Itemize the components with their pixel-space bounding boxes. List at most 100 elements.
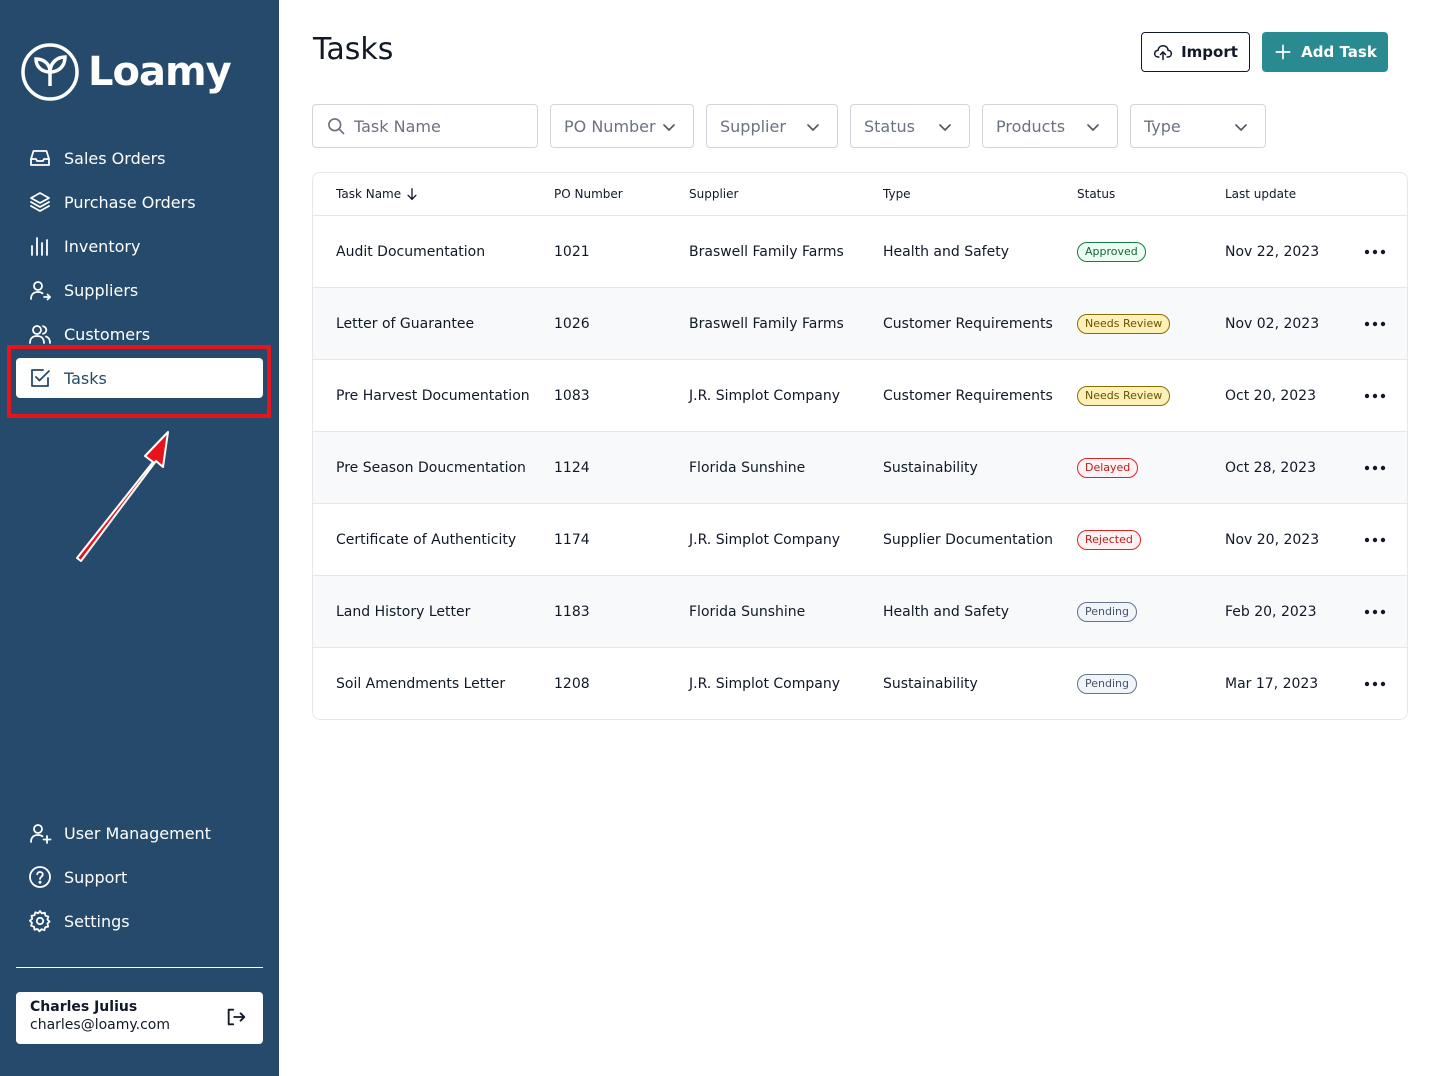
task-name-search-input[interactable]: Task Name (312, 104, 538, 148)
more-options-icon[interactable] (1363, 458, 1387, 478)
task-name-cell: Pre Harvest Documentation (336, 388, 530, 404)
table-header: Task Name PO Number Supplier Type Status… (313, 173, 1407, 216)
inbox-icon (30, 150, 50, 166)
bar-chart-icon (31, 237, 48, 256)
sidebar-divider (16, 967, 263, 968)
type-cell: Health and Safety (883, 244, 1009, 260)
status-cell: Pending (1077, 648, 1137, 719)
status-badge: Approved (1077, 242, 1146, 262)
sidebar-item-label: Suppliers (64, 280, 139, 300)
po-number-filter[interactable]: PO Number (550, 104, 694, 148)
layers-icon (30, 192, 50, 212)
last-update-cell: Oct 20, 2023 (1225, 388, 1316, 404)
status-cell: Approved (1077, 216, 1146, 288)
page-title: Tasks (313, 32, 394, 67)
task-name-cell: Land History Letter (336, 604, 471, 620)
task-name-cell: Certificate of Authenticity (336, 532, 517, 548)
add-task-button-label: Add Task (1301, 43, 1377, 61)
type-cell: Customer Requirements (883, 316, 1053, 332)
status-cell: Needs Review (1077, 360, 1171, 432)
table-row[interactable]: Certificate of Authenticity 1174 J.R. Si… (313, 504, 1407, 576)
more-options-icon[interactable] (1363, 530, 1387, 550)
plus-icon (1275, 44, 1291, 60)
status-badge: Pending (1077, 674, 1137, 694)
status-cell: Pending (1077, 576, 1137, 648)
more-options-icon[interactable] (1363, 602, 1387, 622)
type-cell: Supplier Documentation (883, 532, 1054, 548)
supplier-filter-label: Supplier (720, 116, 786, 136)
sidebar-item-support[interactable]: Support (16, 857, 263, 897)
column-header-type[interactable]: Type (883, 187, 911, 201)
products-filter[interactable]: Products (982, 104, 1118, 148)
chevron-down-icon (939, 124, 951, 131)
sidebar-item-label: Customers (64, 324, 151, 344)
supplier-cell: J.R. Simplot Company (689, 676, 841, 692)
type-filter[interactable]: Type (1130, 104, 1266, 148)
user-card: Charles Julius charles@loamy.com (16, 992, 263, 1044)
last-update-cell: Nov 02, 2023 (1225, 316, 1320, 332)
table-row[interactable]: Pre Season Doucmentation 1124 Florida Su… (313, 432, 1407, 504)
sidebar-item-suppliers[interactable]: Suppliers (16, 270, 263, 310)
supplier-cell: Braswell Family Farms (689, 316, 844, 332)
logout-icon[interactable] (225, 1006, 247, 1028)
type-cell: Sustainability (883, 676, 978, 692)
sidebar-item-label: User Management (64, 823, 211, 843)
type-cell: Customer Requirements (883, 388, 1053, 404)
user-name: Charles Julius (30, 999, 138, 1015)
logo[interactable]: Loamy (20, 42, 232, 102)
more-options-icon[interactable] (1363, 314, 1387, 334)
users-icon (29, 325, 51, 344)
po-number-cell: 1174 (554, 532, 590, 548)
task-name-cell: Audit Documentation (336, 244, 486, 260)
sidebar-item-sales-orders[interactable]: Sales Orders (16, 138, 263, 178)
tasks-table: Task Name PO Number Supplier Type Status… (312, 172, 1408, 720)
sidebar-item-label: Settings (64, 911, 130, 931)
column-header-status[interactable]: Status (1077, 187, 1115, 201)
search-placeholder: Task Name (354, 116, 441, 136)
more-options-icon[interactable] (1363, 242, 1387, 262)
sidebar-item-settings[interactable]: Settings (16, 901, 263, 941)
supplier-cell: Braswell Family Farms (689, 244, 844, 260)
column-header-last-update[interactable]: Last update (1225, 187, 1296, 201)
task-name-cell: Letter of Guarantee (336, 316, 475, 332)
status-badge: Needs Review (1077, 386, 1171, 406)
search-icon (328, 118, 345, 135)
logo-text: Loamy (88, 49, 232, 95)
type-cell: Sustainability (883, 460, 978, 476)
table-row[interactable]: Pre Harvest Documentation 1083 J.R. Simp… (313, 360, 1407, 432)
secondary-nav: User Management Support Settings (16, 813, 263, 945)
column-header-supplier[interactable]: Supplier (689, 187, 738, 201)
table-row[interactable]: Land History Letter 1183 Florida Sunshin… (313, 576, 1407, 648)
sidebar-item-purchase-orders[interactable]: Purchase Orders (16, 182, 263, 222)
status-filter[interactable]: Status (850, 104, 970, 148)
status-badge: Delayed (1077, 458, 1139, 478)
column-header-po-number[interactable]: PO Number (554, 187, 623, 201)
task-name-cell: Pre Season Doucmentation (336, 460, 526, 476)
type-filter-label: Type (1144, 116, 1181, 136)
table-row[interactable]: Audit Documentation 1021 Braswell Family… (313, 216, 1407, 288)
add-task-button[interactable]: Add Task (1262, 32, 1388, 72)
import-button[interactable]: Import (1141, 32, 1250, 72)
supplier-filter[interactable]: Supplier (706, 104, 838, 148)
sidebar-item-label: Support (64, 867, 128, 887)
po-number-cell: 1124 (554, 460, 590, 476)
po-number-cell: 1208 (554, 676, 590, 692)
chevron-down-icon (1235, 124, 1247, 131)
column-header-task-name[interactable]: Task Name (336, 187, 419, 201)
status-cell: Delayed (1077, 432, 1139, 504)
status-cell: Needs Review (1077, 288, 1171, 360)
sidebar-item-inventory[interactable]: Inventory (16, 226, 263, 266)
po-number-cell: 1026 (554, 316, 590, 332)
sidebar-item-label: Purchase Orders (64, 192, 196, 212)
table-row[interactable]: Letter of Guarantee 1026 Braswell Family… (313, 288, 1407, 360)
import-button-label: Import (1181, 43, 1238, 61)
po-number-cell: 1083 (554, 388, 590, 404)
supplier-cell: J.R. Simplot Company (689, 532, 841, 548)
column-header-label: Task Name (336, 187, 402, 201)
last-update-cell: Nov 20, 2023 (1225, 532, 1320, 548)
type-cell: Health and Safety (883, 604, 1009, 620)
more-options-icon[interactable] (1363, 674, 1387, 694)
sidebar-item-user-management[interactable]: User Management (16, 813, 263, 853)
more-options-icon[interactable] (1363, 386, 1387, 406)
table-row[interactable]: Soil Amendments Letter 1208 J.R. Simplot… (313, 648, 1407, 719)
